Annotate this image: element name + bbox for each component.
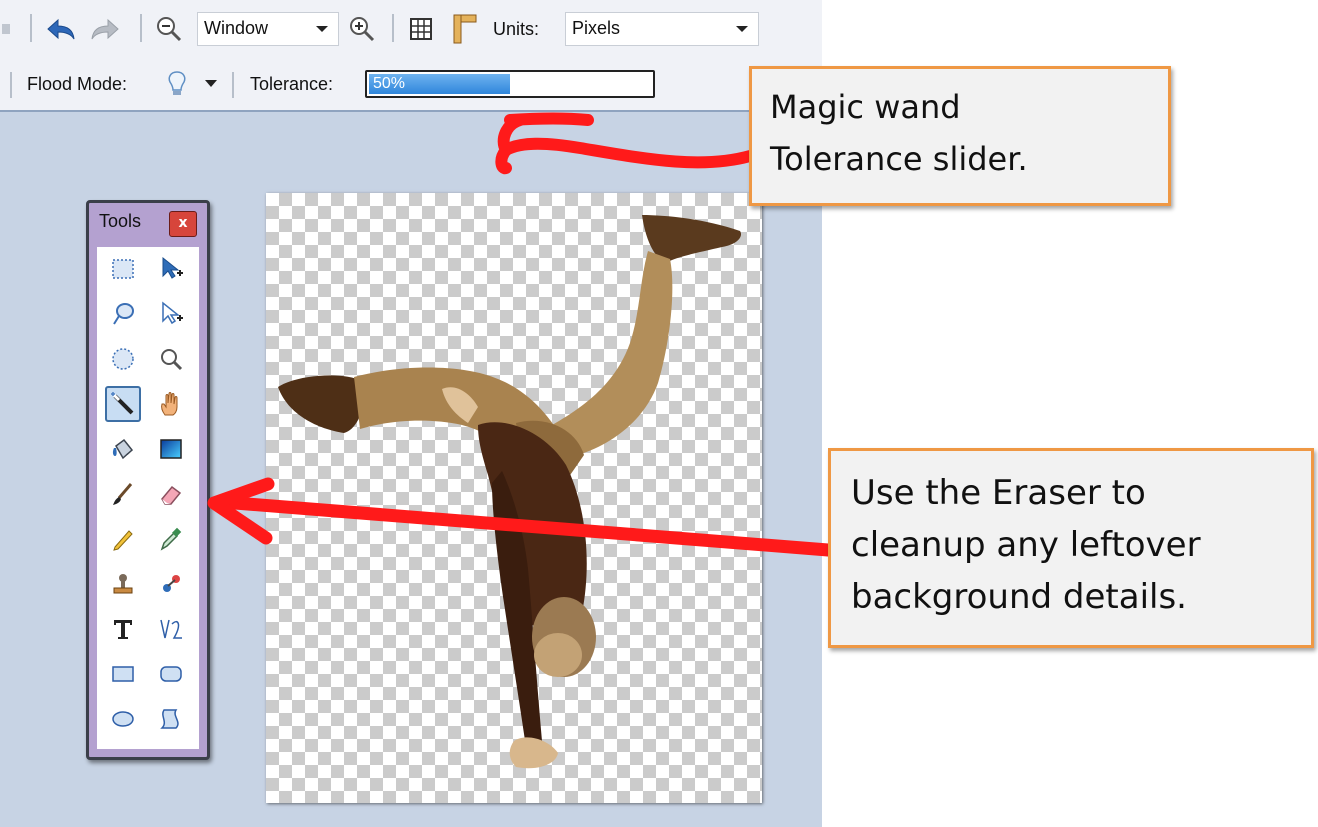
callout-text: Tolerance slider. xyxy=(770,140,1028,178)
eraser-arrow xyxy=(207,477,835,557)
callout-text: Use the Eraser to xyxy=(851,473,1146,513)
callout-text: background details. xyxy=(851,577,1187,617)
tolerance-arrow xyxy=(495,112,756,175)
callout-text: cleanup any leftover xyxy=(851,525,1201,565)
eraser-callout: Use the Eraser to cleanup any leftover b… xyxy=(828,448,1314,648)
callout-text: Magic wand xyxy=(770,88,961,126)
tolerance-slider-callout: Magic wand Tolerance slider. xyxy=(749,66,1171,206)
